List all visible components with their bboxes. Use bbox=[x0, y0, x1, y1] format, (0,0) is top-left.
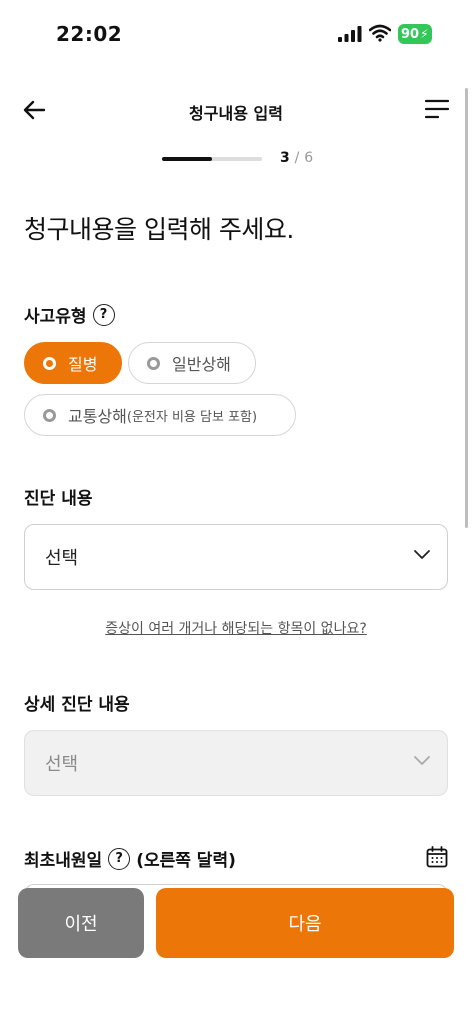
chip-sub-label: (운전자 비용 담보 포함) bbox=[126, 409, 258, 425]
detail-diagnosis-select-value: 선택 bbox=[45, 754, 79, 775]
diagnosis-label: 진단 내용 bbox=[24, 484, 92, 509]
first-visit-label-text: 최초내원일 bbox=[24, 851, 103, 871]
progress-total: 6 bbox=[304, 150, 314, 166]
progress-text: 3 / 6 bbox=[280, 150, 313, 166]
chip-label: 질병 bbox=[68, 355, 98, 374]
diagnosis-label-text: 진단 내용 bbox=[24, 489, 93, 509]
wifi-icon bbox=[369, 24, 391, 42]
battery-level: 90 bbox=[401, 26, 420, 42]
progress-current: 3 bbox=[280, 150, 290, 166]
prev-button[interactable]: 이전 bbox=[18, 888, 144, 958]
detail-diagnosis-select[interactable]: 선택 bbox=[24, 730, 448, 796]
chip-general-injury[interactable]: 일반상해 bbox=[128, 342, 256, 384]
diagnosis-select-value: 선택 bbox=[45, 548, 79, 569]
progress-fill bbox=[162, 157, 212, 161]
menu-icon[interactable] bbox=[424, 97, 450, 121]
radio-icon bbox=[43, 356, 56, 370]
chip-disease[interactable]: 질병 bbox=[24, 342, 122, 384]
progress-bar bbox=[162, 157, 262, 161]
radio-icon bbox=[43, 408, 56, 422]
first-visit-label: 최초내원일 ? (오른쪽 달력) bbox=[24, 846, 236, 871]
status-time: 22:02 bbox=[56, 22, 123, 46]
chevron-down-icon bbox=[414, 550, 430, 559]
page-title: 청구내용 입력 bbox=[189, 104, 283, 123]
radio-icon bbox=[147, 356, 160, 370]
scrollbar[interactable] bbox=[465, 88, 468, 528]
chip-label: 일반상해 bbox=[172, 355, 231, 374]
chip-label: 교통상해 bbox=[68, 407, 127, 426]
calendar-icon[interactable] bbox=[426, 846, 448, 868]
symptom-help-link[interactable]: 증상이 여러 개거나 해당되는 항목이 없나요? bbox=[0, 618, 472, 638]
detail-diagnosis-label: 상세 진단 내용 bbox=[24, 690, 130, 715]
status-bar: 22:02 90 ⚡ bbox=[0, 0, 472, 70]
help-icon[interactable]: ? bbox=[108, 847, 131, 870]
next-button[interactable]: 다음 bbox=[156, 888, 454, 958]
chip-traffic-injury[interactable]: 교통상해 (운전자 비용 담보 포함) bbox=[24, 394, 296, 436]
help-icon[interactable]: ? bbox=[92, 303, 115, 326]
header: 청구내용 입력 bbox=[0, 86, 472, 134]
page-heading: 청구내용을 입력해 주세요. bbox=[24, 215, 294, 244]
accident-type-label-text: 사고유형 bbox=[24, 307, 87, 327]
accident-type-label: 사고유형 ? bbox=[24, 302, 115, 327]
signal-icon bbox=[338, 26, 362, 42]
battery-indicator: 90 ⚡ bbox=[398, 24, 432, 44]
progress-separator: / bbox=[294, 150, 300, 166]
chevron-down-icon bbox=[414, 756, 430, 765]
first-visit-hint: (오른쪽 달력) bbox=[136, 851, 236, 871]
detail-diagnosis-label-text: 상세 진단 내용 bbox=[24, 695, 130, 715]
diagnosis-select[interactable]: 선택 bbox=[24, 524, 448, 590]
charging-icon: ⚡ bbox=[420, 27, 429, 41]
